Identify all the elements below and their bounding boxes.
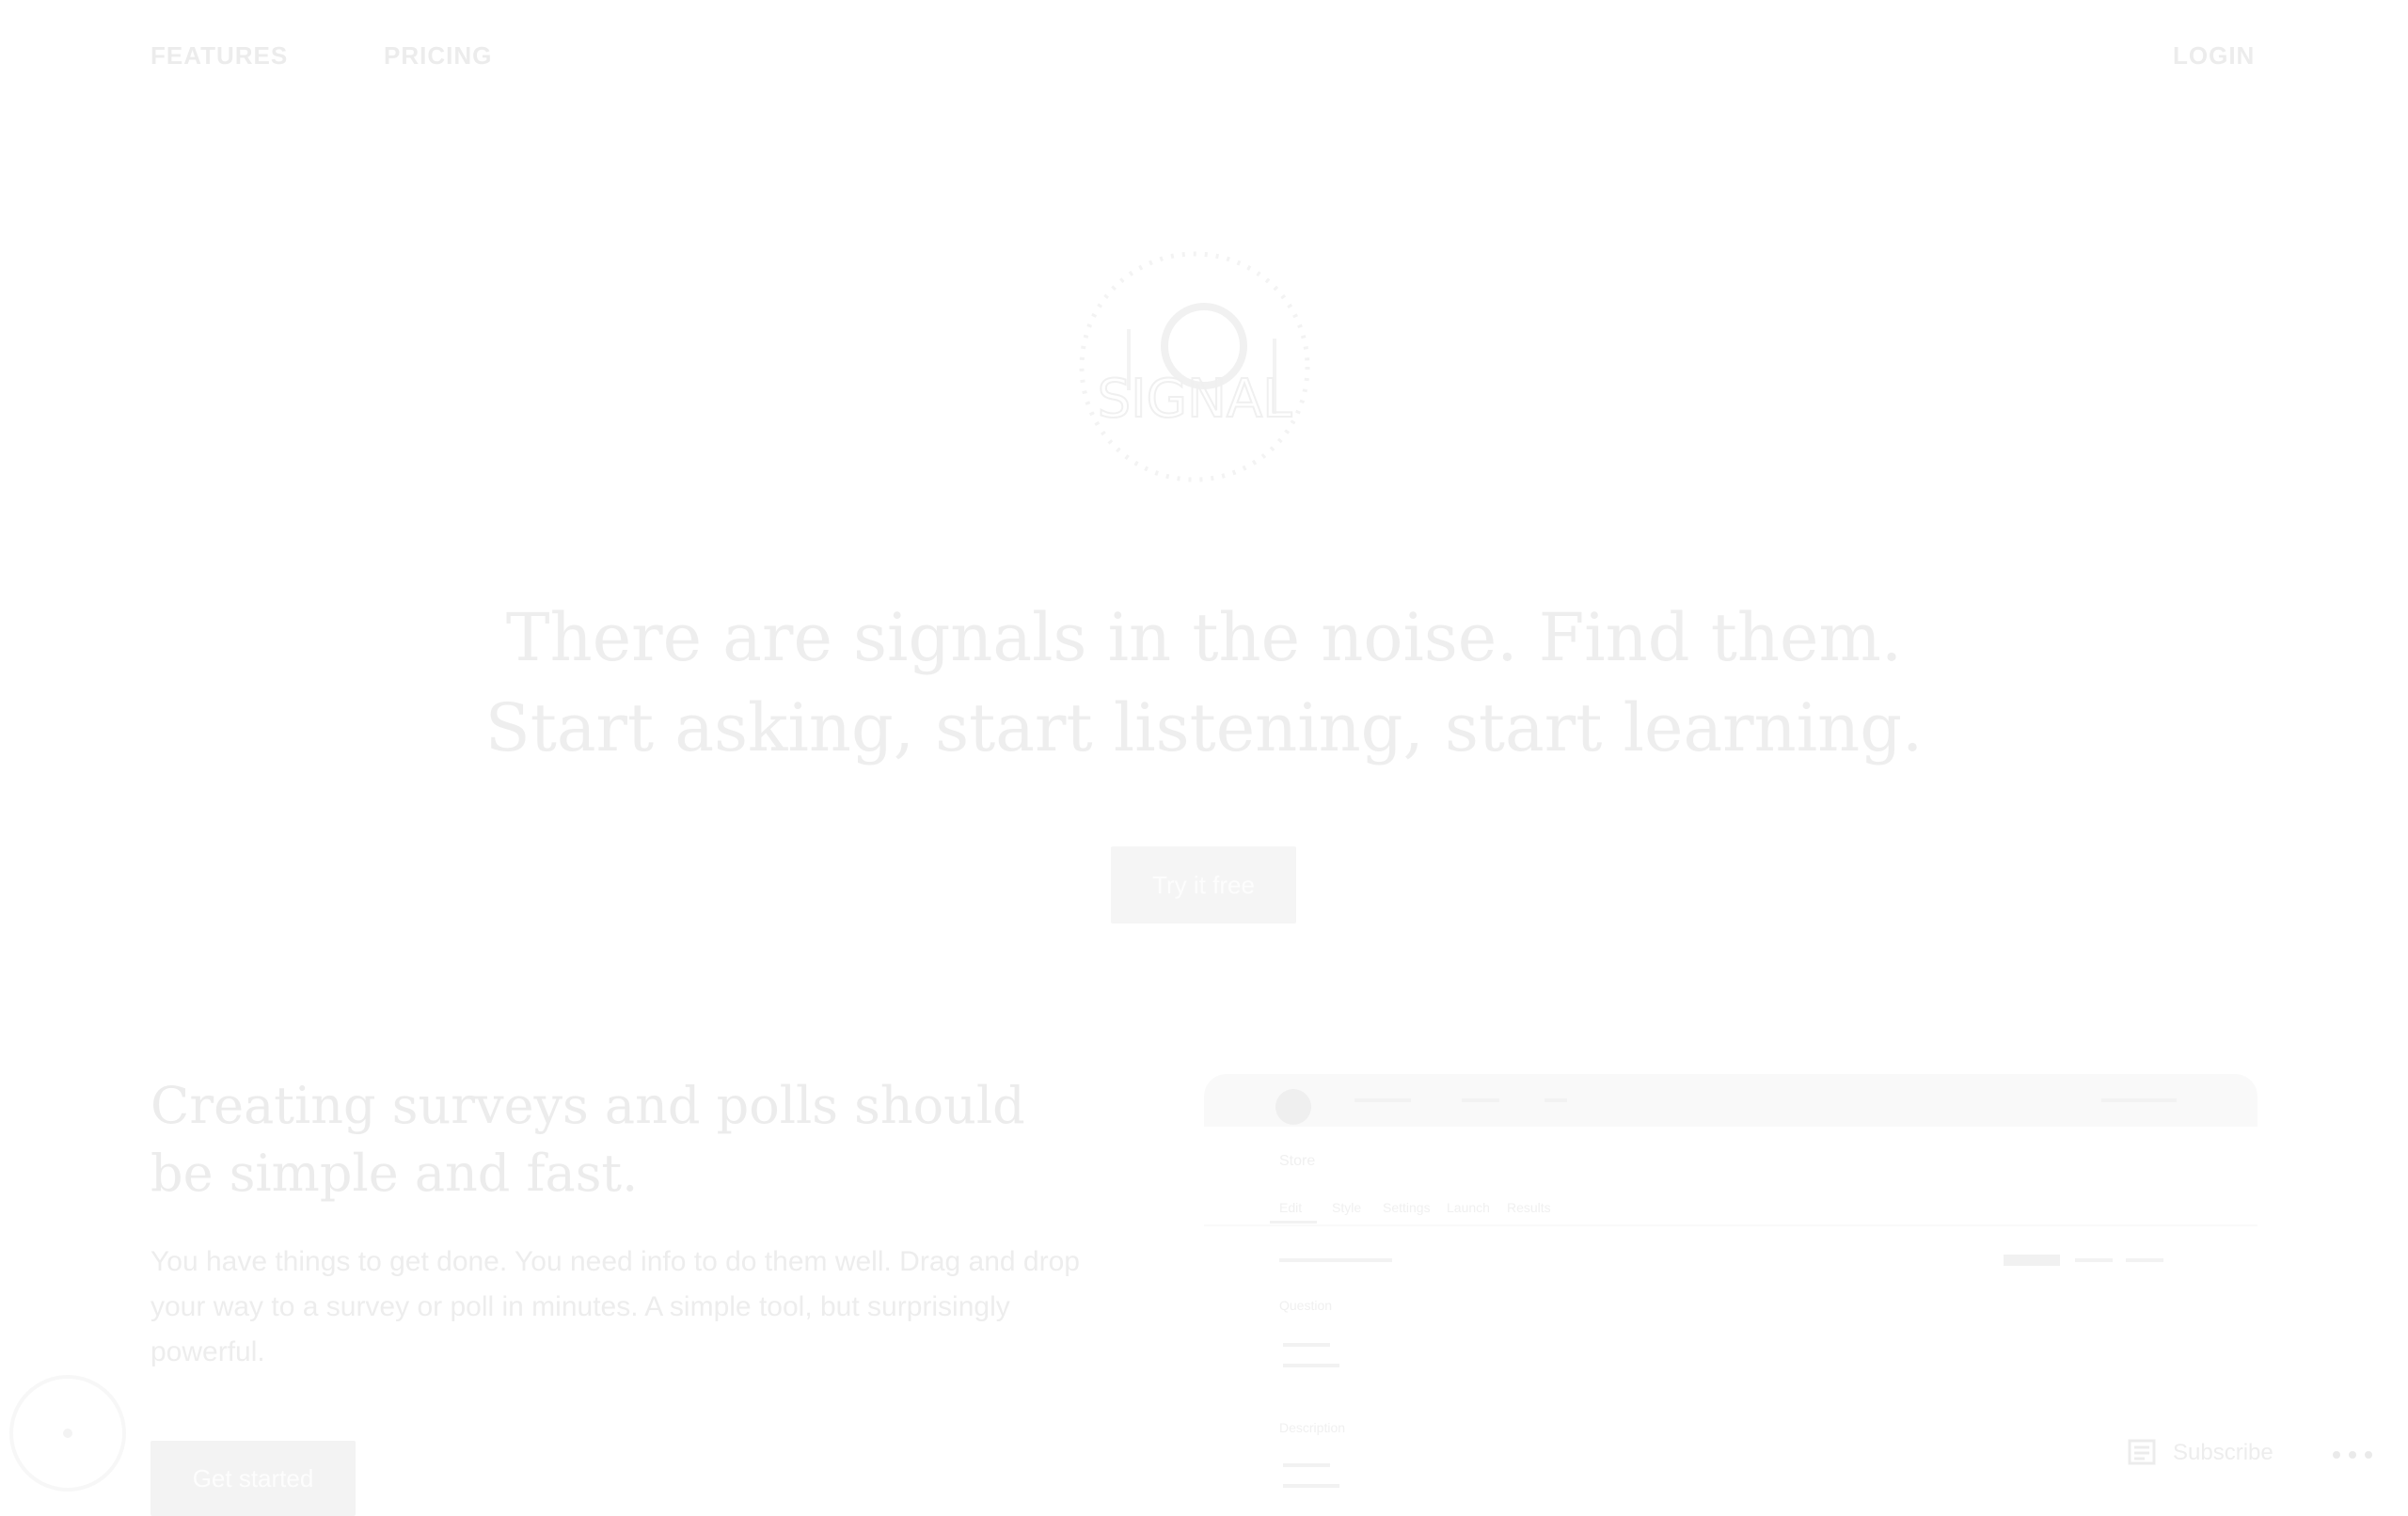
- nav-pricing-link[interactable]: PRICING: [384, 41, 492, 71]
- subscribe-label: Subscribe: [2173, 1440, 2273, 1465]
- nav-features-link[interactable]: FEATURES: [150, 41, 288, 71]
- hero-heading: There are signals in the noise. Find the…: [0, 592, 2408, 773]
- mockup-section-label: Description: [1279, 1420, 1346, 1435]
- mockup-line: [2126, 1258, 2163, 1262]
- mockup-line: [1279, 1258, 1392, 1262]
- mockup-nav-line: [1462, 1098, 1499, 1102]
- try-it-free-button[interactable]: Try it free: [1111, 846, 1296, 924]
- hero-line-2: Start asking, start listening, start lea…: [484, 689, 1924, 766]
- subscribe-button[interactable]: Subscribe: [2128, 1439, 2273, 1467]
- mockup-tab-underline: [1270, 1221, 1317, 1224]
- widget-dot-icon: [63, 1429, 72, 1438]
- get-started-button[interactable]: Get started: [150, 1441, 356, 1516]
- nav-login-link[interactable]: LOGIN: [2173, 41, 2255, 71]
- mockup-line: [1283, 1343, 1330, 1347]
- mockup-line: [2075, 1258, 2113, 1262]
- mockup-line: [1283, 1364, 1339, 1367]
- mockup-tab: Settings: [1383, 1200, 1431, 1215]
- feature-heading: Creating surveys and polls should be sim…: [150, 1076, 1025, 1203]
- mockup-line: [1283, 1484, 1339, 1488]
- mockup-tab: Launch: [1447, 1200, 1490, 1215]
- feature-body: You have things to get done. You need in…: [150, 1246, 1080, 1367]
- mockup-section-label: Question: [1279, 1298, 1333, 1313]
- signal-logo: SIGNAL: [1077, 249, 1312, 484]
- mockup-nav-line: [1354, 1098, 1411, 1102]
- signal-logo-icon: SIGNAL: [1079, 251, 1310, 482]
- mockup-page-title: Store: [1279, 1153, 1316, 1169]
- mockup-divider: [1204, 1224, 2258, 1226]
- mockup-avatar: [1275, 1089, 1311, 1125]
- mockup-top-bar: [1204, 1074, 2258, 1127]
- app-screenshot: Store Edit Style Settings Launch Results…: [1204, 1074, 2258, 1516]
- mockup-line: [1283, 1463, 1330, 1467]
- mockup-button: [2004, 1255, 2060, 1266]
- mockup-nav-line: [1545, 1098, 1567, 1102]
- mockup-tab: Style: [1332, 1200, 1362, 1215]
- hero-line-1: There are signals in the noise. Find the…: [505, 599, 1903, 676]
- logo-wordmark: SIGNAL: [1098, 369, 1292, 430]
- mockup-tab: Edit: [1279, 1200, 1303, 1215]
- more-options-icon[interactable]: [2331, 1441, 2374, 1469]
- reader-icon: [2128, 1439, 2156, 1465]
- floating-widget-button[interactable]: [9, 1375, 126, 1492]
- mockup-tab: Results: [1507, 1200, 1551, 1215]
- mockup-nav-line: [2101, 1098, 2177, 1102]
